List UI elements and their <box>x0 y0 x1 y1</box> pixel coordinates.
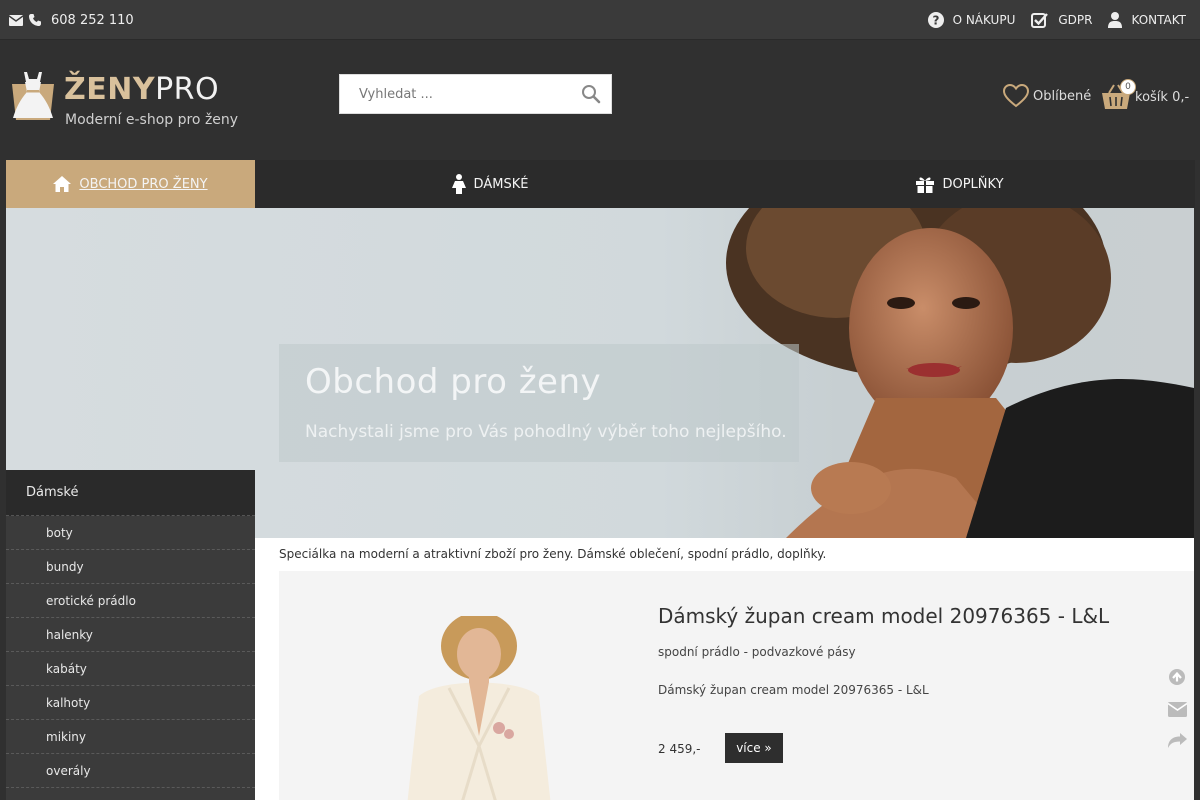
search-button[interactable] <box>581 84 603 106</box>
woman-icon <box>451 174 466 194</box>
banner-caption: Obchod pro ženy Nachystali jsme pro Vás … <box>279 344 799 462</box>
product-image[interactable] <box>379 616 579 800</box>
sidebar-item-halenky[interactable]: halenky <box>6 618 255 652</box>
side-tools <box>1167 668 1190 752</box>
check-square-icon <box>1031 12 1049 28</box>
sidebar-item-kabaty[interactable]: kabáty <box>6 652 255 686</box>
sidebar-item-bundy[interactable]: bundy <box>6 550 255 584</box>
search-input[interactable] <box>340 75 570 113</box>
contact-info: 608 252 110 <box>9 0 134 40</box>
user-icon <box>1108 12 1123 28</box>
search-box <box>339 74 612 114</box>
phone-icon <box>29 14 41 26</box>
question-circle-icon: ? <box>927 12 944 28</box>
header: ŽENYPRO Moderní e-shop pro ženy Oblíbené… <box>0 40 1200 160</box>
banner-subtitle: Nachystali jsme pro Vás pohodlný výběr t… <box>305 422 787 442</box>
main-content: Speciálka na moderní a atraktivní zboží … <box>255 538 1194 800</box>
sidebar-item-boty[interactable]: boty <box>6 516 255 550</box>
intro-text: Speciálka na moderní a atraktivní zboží … <box>279 547 827 561</box>
link-label: KONTAKT <box>1131 13 1186 27</box>
logo-brand: ŽENYPRO <box>64 72 220 107</box>
nav-label: DÁMSKÉ <box>473 176 529 192</box>
envelope-icon[interactable] <box>9 14 23 26</box>
link-gdpr[interactable]: GDPR <box>1031 12 1092 28</box>
sidebar-item-eroticke-pradlo[interactable]: erotické prádlo <box>6 584 255 618</box>
favorites-link[interactable]: Oblíbené <box>1003 84 1091 108</box>
link-kontakt[interactable]: KONTAKT <box>1108 12 1186 28</box>
product-title[interactable]: Dámský župan cream model 20976365 - L&L <box>658 604 1109 628</box>
link-o-nakupu[interactable]: ? O NÁKUPU <box>927 12 1016 28</box>
product-category[interactable]: spodní prádlo - podvazkové pásy <box>658 645 856 659</box>
home-icon <box>53 176 72 192</box>
top-links: ? O NÁKUPU GDPR KONTAKT <box>927 0 1186 40</box>
link-label: GDPR <box>1058 13 1093 27</box>
nav-item-damske[interactable]: DÁMSKÉ <box>363 160 617 208</box>
logo[interactable]: ŽENYPRO Moderní e-shop pro ženy <box>6 70 246 134</box>
nav-label: DOPLŇKY <box>942 176 1004 192</box>
dress-logo-icon <box>12 72 54 120</box>
logo-tagline: Moderní e-shop pro ženy <box>65 112 239 128</box>
top-bar: 608 252 110 ? O NÁKUPU GDPR KONTAKT <box>0 0 1200 40</box>
product-card: Dámský župan cream model 20976365 - L&L … <box>279 571 1194 800</box>
heart-icon <box>1003 84 1029 108</box>
sidebar-item-overaly[interactable]: overály <box>6 754 255 788</box>
scroll-top-icon[interactable] <box>1168 668 1190 690</box>
nav-item-doplnky[interactable]: DOPLŇKY <box>834 160 1086 208</box>
gift-icon <box>916 177 935 193</box>
nav-label: OBCHOD PRO ŽENY <box>79 176 208 192</box>
phone-number[interactable]: 608 252 110 <box>51 13 134 28</box>
sidebar-item-kalhoty[interactable]: kalhoty <box>6 686 255 720</box>
envelope-icon[interactable] <box>1167 702 1190 721</box>
main-nav: OBCHOD PRO ŽENY DÁMSKÉ DOPLŇKY <box>6 160 1195 208</box>
link-label: O NÁKUPU <box>952 13 1016 27</box>
sidebar-heading[interactable]: Dámské <box>6 470 255 516</box>
svg-text:?: ? <box>932 14 939 28</box>
nav-item-obchod-pro-zeny[interactable]: OBCHOD PRO ŽENY <box>6 160 255 208</box>
banner-title: Obchod pro ženy <box>305 362 602 402</box>
cart-label: košík 0,- <box>1135 89 1190 105</box>
cart-count-badge: 0 <box>1120 79 1136 95</box>
share-icon[interactable] <box>1168 733 1190 752</box>
more-button[interactable]: více » <box>725 733 783 763</box>
product-price: 2 459,- <box>658 742 701 756</box>
cart-link[interactable]: 0 košík 0,- <box>1101 79 1190 110</box>
category-sidebar: Dámské boty bundy erotické prádlo halenk… <box>6 470 255 800</box>
sidebar-item-mikiny[interactable]: mikiny <box>6 720 255 754</box>
search-icon <box>582 85 601 104</box>
product-description: Dámský župan cream model 20976365 - L&L <box>658 683 929 697</box>
favorites-label: Oblíbené <box>1033 88 1092 104</box>
